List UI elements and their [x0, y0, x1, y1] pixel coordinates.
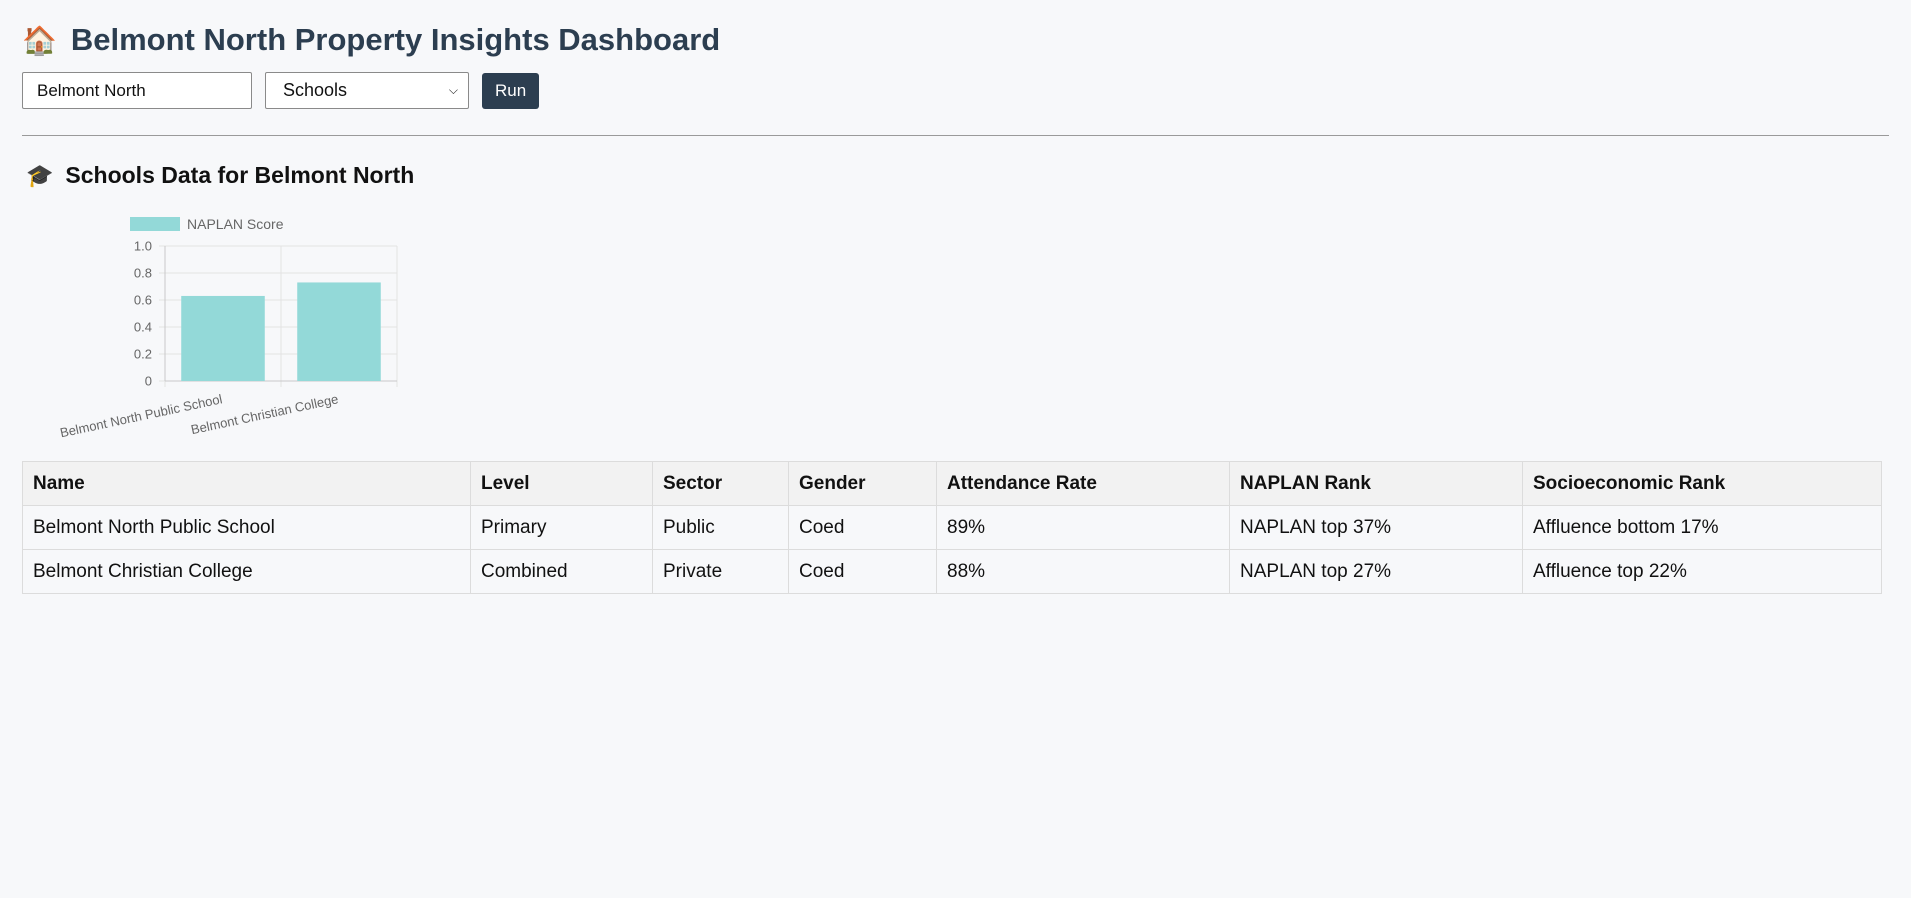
table-cell: Public: [652, 505, 789, 550]
y-tick-label: 0.4: [134, 320, 152, 335]
page-title: 🏠 Belmont North Property Insights Dashbo…: [22, 0, 1889, 60]
table-cell: Affluence bottom 17%: [1522, 505, 1882, 550]
legend-label: NAPLAN Score: [187, 216, 284, 232]
column-header: Socioeconomic Rank: [1522, 461, 1882, 506]
query-controls: Schools ⌵ Run: [22, 72, 1889, 109]
table-cell: Primary: [470, 505, 653, 550]
table-cell: Belmont Christian College: [22, 549, 471, 594]
category-select[interactable]: Schools ⌵: [265, 72, 469, 109]
column-header: Sector: [652, 461, 789, 506]
legend-swatch: [130, 217, 180, 231]
table-row: Belmont North Public School Primary Publ…: [22, 505, 1882, 550]
table-cell: Coed: [788, 505, 937, 550]
table-cell: 88%: [936, 549, 1230, 594]
table-cell: NAPLAN top 37%: [1229, 505, 1523, 550]
schools-table: Name Level Sector Gender Attendance Rate…: [22, 461, 1882, 594]
y-tick-label: 0.6: [134, 293, 152, 308]
page-title-text: Belmont North Property Insights Dashboar…: [70, 22, 721, 57]
table-cell: Affluence top 22%: [1522, 549, 1882, 594]
chevron-down-icon: ⌵: [448, 83, 458, 97]
section-title-text: Schools Data for Belmont North: [65, 162, 415, 188]
table-row: Belmont Christian College Combined Priva…: [22, 549, 1882, 594]
table-cell: Combined: [470, 549, 653, 594]
y-tick-label: 0.8: [134, 266, 152, 281]
y-tick-label: 0: [145, 374, 152, 389]
column-header: Name: [22, 461, 471, 506]
table-cell: Private: [652, 549, 789, 594]
table-cell: Belmont North Public School: [22, 505, 471, 550]
naplan-chart-svg: 00.20.40.60.81.0Belmont North Public Sch…: [59, 216, 398, 440]
y-tick-label: 1.0: [134, 239, 152, 254]
section-title: 🎓 Schools Data for Belmont North: [26, 162, 1889, 189]
run-button[interactable]: Run: [482, 72, 540, 109]
house-icon: 🏠: [22, 24, 57, 56]
table-cell: 89%: [936, 505, 1230, 550]
column-header: NAPLAN Rank: [1229, 461, 1523, 506]
table-cell: NAPLAN top 27%: [1229, 549, 1523, 594]
graduation-cap-icon: 🎓: [26, 162, 54, 188]
bar: [181, 295, 265, 381]
suburb-input[interactable]: [22, 72, 252, 109]
column-header: Attendance Rate: [936, 461, 1230, 506]
table-cell: Coed: [788, 549, 937, 594]
dashboard-page: 🏠 Belmont North Property Insights Dashbo…: [0, 0, 1911, 594]
table-header-row: Name Level Sector Gender Attendance Rate…: [22, 461, 1882, 506]
y-tick-label: 0.2: [134, 347, 152, 362]
category-select-value: Schools: [283, 80, 348, 100]
bar: [297, 282, 381, 381]
column-header: Level: [470, 461, 653, 506]
column-header: Gender: [788, 461, 937, 506]
naplan-chart: 0 0.2 0.4 0.6 0.8 1.0 Belmont North Public Sch…: [22, 209, 422, 449]
divider: [22, 135, 1889, 136]
